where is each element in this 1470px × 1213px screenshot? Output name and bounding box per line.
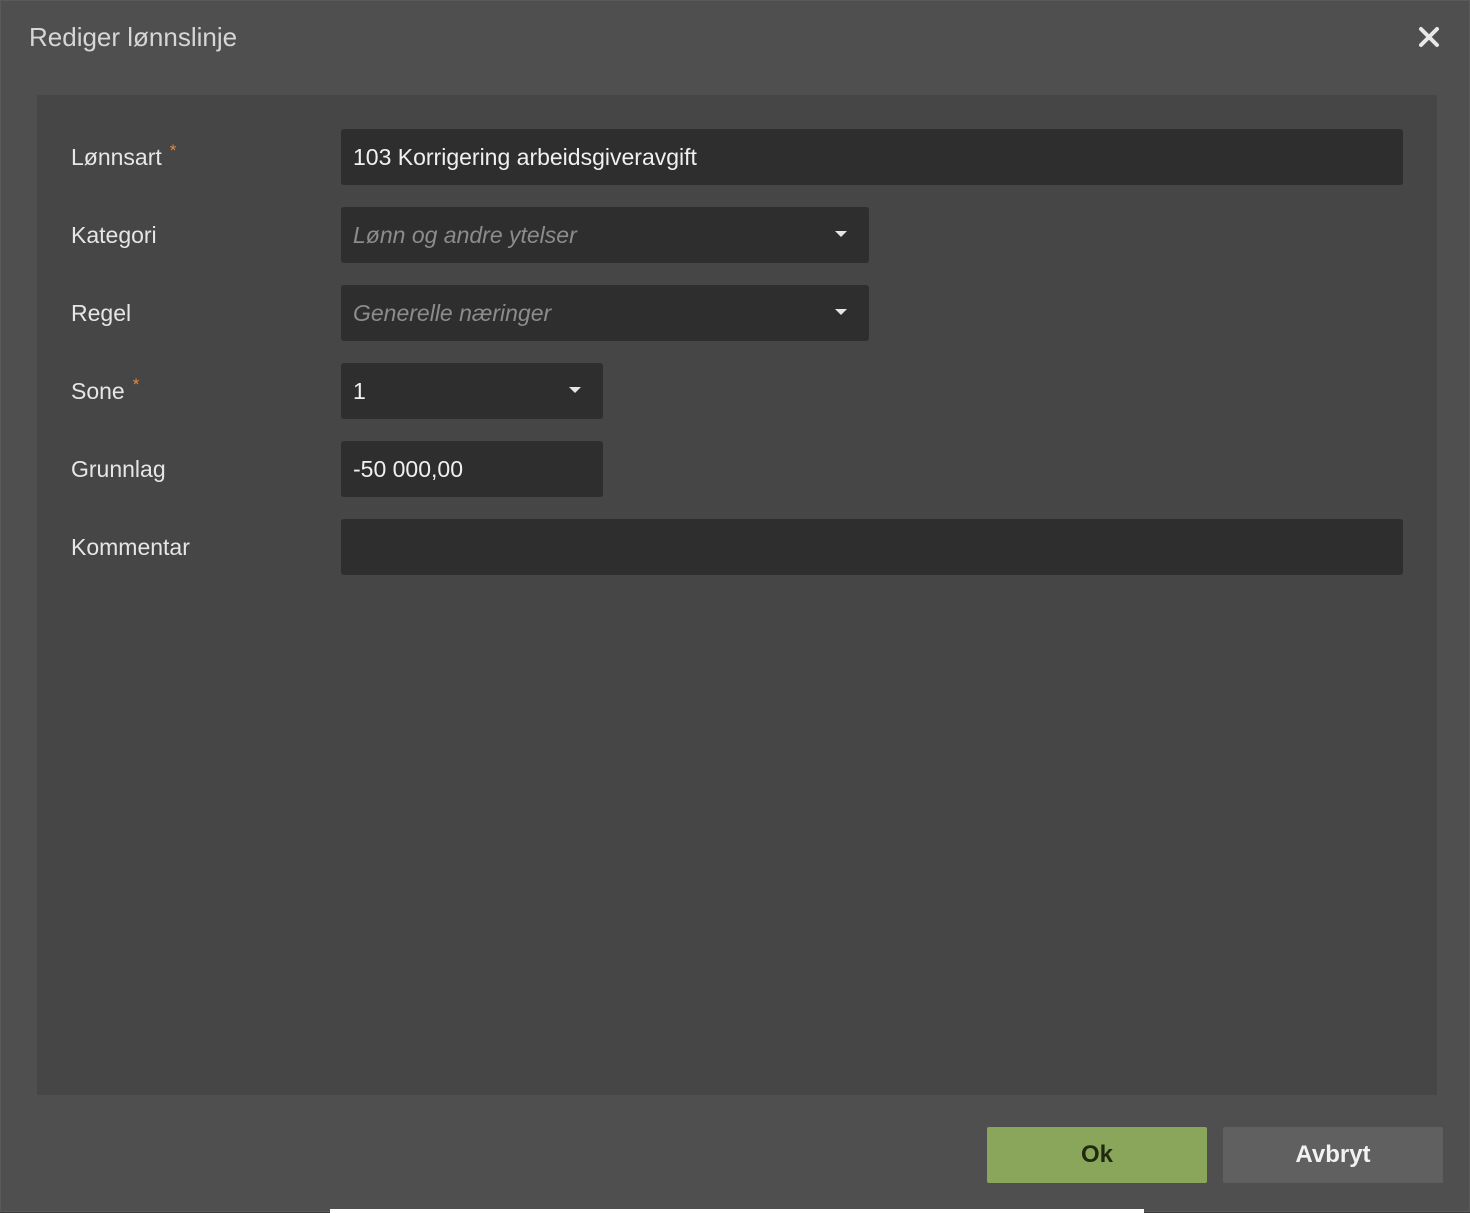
chevron-down-icon — [569, 387, 581, 393]
regel-label-text: Regel — [71, 300, 132, 326]
grunnlag-label-text: Grunnlag — [71, 456, 166, 482]
dialog-title: Rediger lønnslinje — [29, 22, 238, 52]
kategori-placeholder: Lønn og andre ytelser — [353, 221, 577, 248]
lonnsart-label-text: Lønnsart — [71, 144, 162, 170]
regel-placeholder: Generelle næringer — [353, 299, 552, 326]
regel-select[interactable]: Generelle næringer — [341, 285, 869, 341]
kommentar-label-text: Kommentar — [71, 534, 190, 560]
kategori-label-text: Kategori — [71, 222, 157, 248]
lonnsart-input[interactable]: 103 Korrigering arbeidsgiveravgift — [341, 129, 1403, 185]
edit-salary-line-dialog: Rediger lønnslinje Lønnsart * 103 Korrige… — [0, 0, 1470, 1213]
grunnlag-input[interactable]: -50 000,00 — [341, 441, 603, 497]
chevron-down-icon — [835, 231, 847, 237]
lonnsart-label: Lønnsart * — [71, 129, 176, 185]
required-marker: * — [169, 141, 177, 161]
background-strip — [330, 1209, 1144, 1213]
kategori-select[interactable]: Lønn og andre ytelser — [341, 207, 869, 263]
cancel-button[interactable]: Avbryt — [1223, 1127, 1443, 1183]
grunnlag-label: Grunnlag — [71, 441, 166, 497]
close-button[interactable] — [1411, 19, 1447, 55]
regel-label: Regel — [71, 285, 131, 341]
close-icon — [1419, 27, 1439, 47]
kommentar-input[interactable] — [341, 519, 1403, 575]
ok-button[interactable]: Ok — [987, 1127, 1207, 1183]
sone-select[interactable]: 1 — [341, 363, 603, 419]
sone-label-text: Sone — [71, 378, 125, 404]
sone-label: Sone * — [71, 363, 139, 419]
kommentar-label: Kommentar — [71, 519, 190, 575]
required-marker: * — [132, 375, 140, 395]
lonnsart-value: 103 Korrigering arbeidsgiveravgift — [353, 143, 697, 170]
sone-value: 1 — [353, 377, 366, 404]
grunnlag-value: -50 000,00 — [353, 455, 463, 482]
chevron-down-icon — [835, 309, 847, 315]
kategori-label: Kategori — [71, 207, 157, 263]
